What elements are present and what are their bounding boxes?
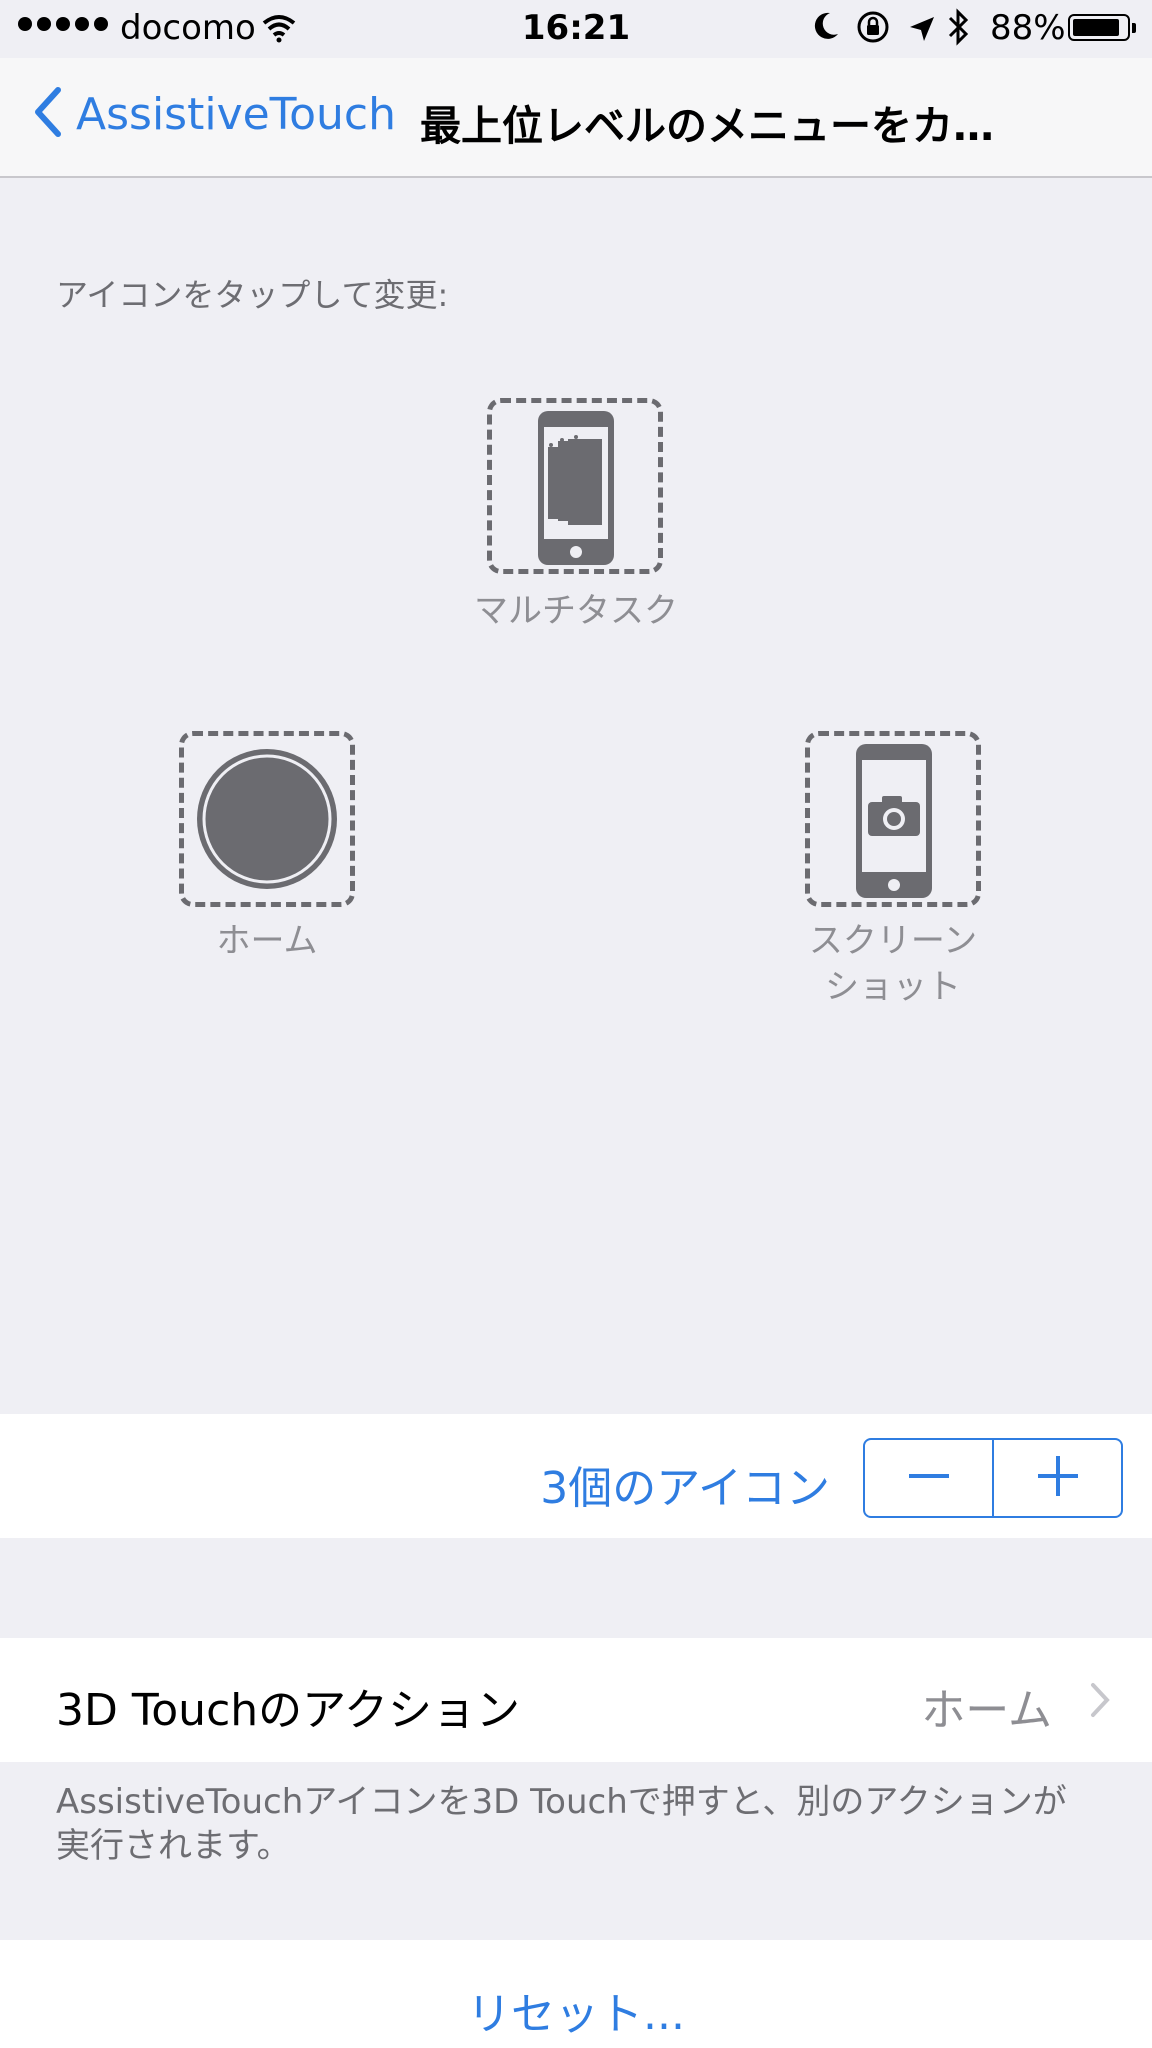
icon-count-label: 3個のアイコン bbox=[540, 1463, 830, 1514]
reset-label: リセット... bbox=[467, 1989, 685, 2040]
menu-slot-multitask[interactable] bbox=[487, 398, 663, 574]
menu-slot-label: ホーム bbox=[216, 921, 318, 961]
multitask-icon bbox=[538, 411, 614, 569]
menu-slot-label: スクリーン ショット bbox=[808, 921, 978, 1007]
3d-touch-action-value: ホーム bbox=[921, 1685, 1052, 1736]
back-button[interactable]: AssistiveTouch bbox=[32, 86, 396, 142]
battery-icon bbox=[1068, 14, 1136, 41]
icon-count-stepper[interactable] bbox=[863, 1438, 1123, 1518]
3d-touch-footer-note: AssistiveTouchアイコンを3D Touchで押すと、別のアクションが… bbox=[56, 1782, 1067, 1866]
navigation-bar: AssistiveTouch 最上位レベルのメニューをカ… bbox=[0, 58, 1152, 178]
screenshot-icon bbox=[856, 744, 932, 902]
customize-hint: アイコンをタップして変更: bbox=[56, 276, 449, 314]
home-button-icon bbox=[197, 749, 337, 893]
status-time: 16:21 bbox=[521, 8, 631, 48]
minus-icon bbox=[907, 1454, 951, 1502]
icon-count-row: 3個のアイコン bbox=[0, 1414, 1152, 1538]
battery-percentage: 88% bbox=[990, 8, 1066, 48]
plus-icon bbox=[1036, 1454, 1080, 1502]
chevron-right-icon bbox=[1090, 1682, 1110, 1722]
orientation-lock-icon bbox=[856, 10, 890, 53]
reset-button[interactable]: リセット... bbox=[0, 1940, 1152, 2048]
menu-slot-home[interactable] bbox=[179, 731, 355, 907]
menu-slot-screenshot[interactable] bbox=[805, 731, 981, 907]
3d-touch-action-row[interactable]: 3D Touchのアクション ホーム bbox=[0, 1638, 1152, 1762]
chevron-left-icon bbox=[32, 86, 62, 142]
location-arrow-icon bbox=[908, 12, 936, 52]
back-button-label: AssistiveTouch bbox=[76, 88, 396, 140]
status-bar: docomo 16:21 88% bbox=[0, 0, 1152, 58]
menu-slot-label: マルチタスク bbox=[474, 591, 678, 631]
do-not-disturb-icon bbox=[812, 10, 840, 51]
page-title: 最上位レベルのメニューをカ… bbox=[420, 102, 994, 150]
decrement-button[interactable] bbox=[865, 1440, 992, 1516]
3d-touch-action-label: 3D Touchのアクション bbox=[56, 1685, 520, 1736]
bluetooth-icon bbox=[946, 8, 970, 55]
increment-button[interactable] bbox=[994, 1440, 1121, 1516]
